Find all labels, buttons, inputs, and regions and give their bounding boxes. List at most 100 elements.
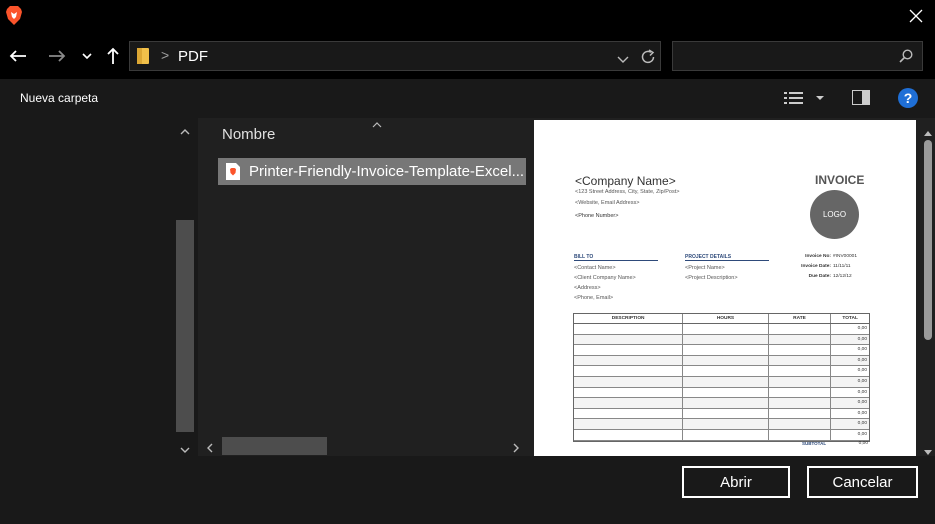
company-phone: <Phone Number> xyxy=(575,213,619,219)
scrollbar-thumb[interactable] xyxy=(222,437,327,455)
back-button[interactable] xyxy=(5,42,31,70)
scrollbar-thumb[interactable] xyxy=(924,140,932,340)
breadcrumb-pdf[interactable]: PDF xyxy=(178,48,208,65)
title-bar xyxy=(0,0,935,33)
invoice-row-cell xyxy=(769,429,832,440)
preview-pane-button[interactable] xyxy=(852,90,872,106)
invoice-row-total: 0,00 xyxy=(857,431,867,437)
subtotal-value: 0,00 xyxy=(858,441,868,446)
project-line: <Project Description> xyxy=(685,275,738,281)
invoice-row-total: 0,00 xyxy=(857,357,867,363)
new-folder-button[interactable]: Nueva carpeta xyxy=(20,91,98,105)
invoice-table-row: 0,00 xyxy=(574,387,869,399)
bill-to-line: <Contact Name> xyxy=(574,265,616,271)
invoice-row-cell xyxy=(574,366,684,376)
project-details-label: PROJECT DETAILS xyxy=(685,254,769,261)
recent-locations-button[interactable] xyxy=(76,42,98,70)
brave-lion-icon xyxy=(5,6,23,26)
invoice-table-row: 0,00 xyxy=(574,355,869,367)
invoice-row-cell xyxy=(769,408,832,419)
invoice-row-total: 0,00 xyxy=(857,421,867,427)
invoice-meta: Invoice No: #INV00001 Invoice Date: 11/11/… xyxy=(789,254,863,284)
invoice-row-cell xyxy=(683,366,769,376)
invoice-row-total: 0,00 xyxy=(857,400,867,406)
sort-ascending-icon xyxy=(372,116,382,134)
cancel-button[interactable]: Cancelar xyxy=(807,466,918,498)
breadcrumb-separator: > xyxy=(161,47,170,63)
invoice-row-cell xyxy=(769,376,832,387)
meta-label: Invoice No: xyxy=(805,254,831,259)
refresh-icon[interactable] xyxy=(639,48,657,71)
invoice-row-cell xyxy=(769,419,832,429)
invoice-row-cell xyxy=(683,419,769,429)
invoice-table-row: 0,00 xyxy=(574,345,869,356)
invoice-table-row: 0,00 xyxy=(574,408,869,420)
scrollbar-thumb[interactable] xyxy=(176,220,194,432)
open-button[interactable]: Abrir xyxy=(682,466,790,498)
scroll-up-icon[interactable] xyxy=(180,123,190,141)
invoice-table: DESCRIPTION HOURS RATE TOTAL 0,00 0,00 0,00 0,0… xyxy=(573,313,870,442)
navigation-pane-scrollbar[interactable] xyxy=(176,118,194,456)
help-button[interactable]: ? xyxy=(898,88,918,108)
invoice-row-cell xyxy=(683,408,769,419)
bill-to-line: <Client Company Name> xyxy=(574,275,636,281)
meta-value: #INV00001 xyxy=(833,254,858,259)
search-icon[interactable] xyxy=(899,49,913,68)
invoice-row-cell xyxy=(574,419,684,429)
invoice-table-header-cell: RATE xyxy=(769,314,832,323)
company-name: <Company Name> xyxy=(575,174,676,188)
scroll-up-icon[interactable] xyxy=(924,123,932,141)
column-header-name[interactable]: Nombre xyxy=(222,126,275,143)
details-view-icon xyxy=(784,92,824,104)
close-icon xyxy=(909,9,923,23)
invoice-table-header-cell: HOURS xyxy=(683,314,769,323)
bill-to-label: BILL TO xyxy=(574,254,658,261)
invoice-row-total: 0,00 xyxy=(857,336,867,342)
invoice-row-cell xyxy=(769,387,832,398)
invoice-row-cell xyxy=(574,408,684,419)
invoice-row-cell xyxy=(683,387,769,398)
invoice-table-header-cell: DESCRIPTION xyxy=(574,314,684,323)
invoice-row-total: 0,00 xyxy=(857,368,867,374)
preview-pane-icon xyxy=(852,90,870,105)
invoice-row-total: 0,00 xyxy=(857,326,867,331)
address-bar[interactable]: > PDF xyxy=(129,41,661,71)
view-options-button[interactable] xyxy=(784,89,828,109)
invoice-row-total: 0,00 xyxy=(857,378,867,384)
company-address: <123 Street Address, City, State, Zip/Po… xyxy=(575,189,680,195)
search-input[interactable] xyxy=(672,41,923,71)
command-bar: Nueva carpeta ? xyxy=(0,79,935,118)
invoice-row-cell xyxy=(574,345,684,355)
close-button[interactable] xyxy=(900,2,932,30)
invoice-title: INVOICE xyxy=(815,173,865,187)
invoice-row-cell xyxy=(683,345,769,355)
invoice-row-total: 0,00 xyxy=(857,410,867,416)
file-list-pane[interactable]: Nombre Printer-Friendly-Invoice-Template… xyxy=(198,118,529,456)
address-dropdown-icon[interactable] xyxy=(617,51,629,69)
invoice-row-cell xyxy=(574,398,684,408)
preview-scrollbar[interactable] xyxy=(921,118,935,456)
folder-icon xyxy=(137,48,149,64)
invoice-row-cell xyxy=(574,355,684,366)
invoice-row-cell xyxy=(574,324,684,334)
dialog-footer: Abrir Cancelar xyxy=(0,456,935,524)
invoice-row-cell xyxy=(574,376,684,387)
invoice-row-cell xyxy=(574,387,684,398)
invoice-table-row: 0,00 xyxy=(574,324,869,335)
forward-button[interactable] xyxy=(44,42,70,70)
invoice-row-cell xyxy=(769,366,832,376)
navigation-pane[interactable] xyxy=(0,118,198,456)
meta-value: 12/12/12 xyxy=(833,274,852,279)
invoice-table-row: 0,00 xyxy=(574,429,869,441)
up-button[interactable] xyxy=(100,42,126,70)
bill-to-line: <Address> xyxy=(574,285,601,291)
arrow-right-icon xyxy=(49,50,66,62)
navigation-bar: > PDF xyxy=(0,33,935,79)
invoice-row-cell xyxy=(574,429,684,440)
invoice-row-cell xyxy=(683,398,769,408)
file-row[interactable]: Printer-Friendly-Invoice-Template-Excel.… xyxy=(218,158,526,185)
file-name: Printer-Friendly-Invoice-Template-Excel.… xyxy=(249,163,524,180)
company-website: <Website, Email Address> xyxy=(575,200,640,206)
invoice-row-cell xyxy=(769,355,832,366)
file-list-h-scrollbar[interactable] xyxy=(198,435,529,455)
